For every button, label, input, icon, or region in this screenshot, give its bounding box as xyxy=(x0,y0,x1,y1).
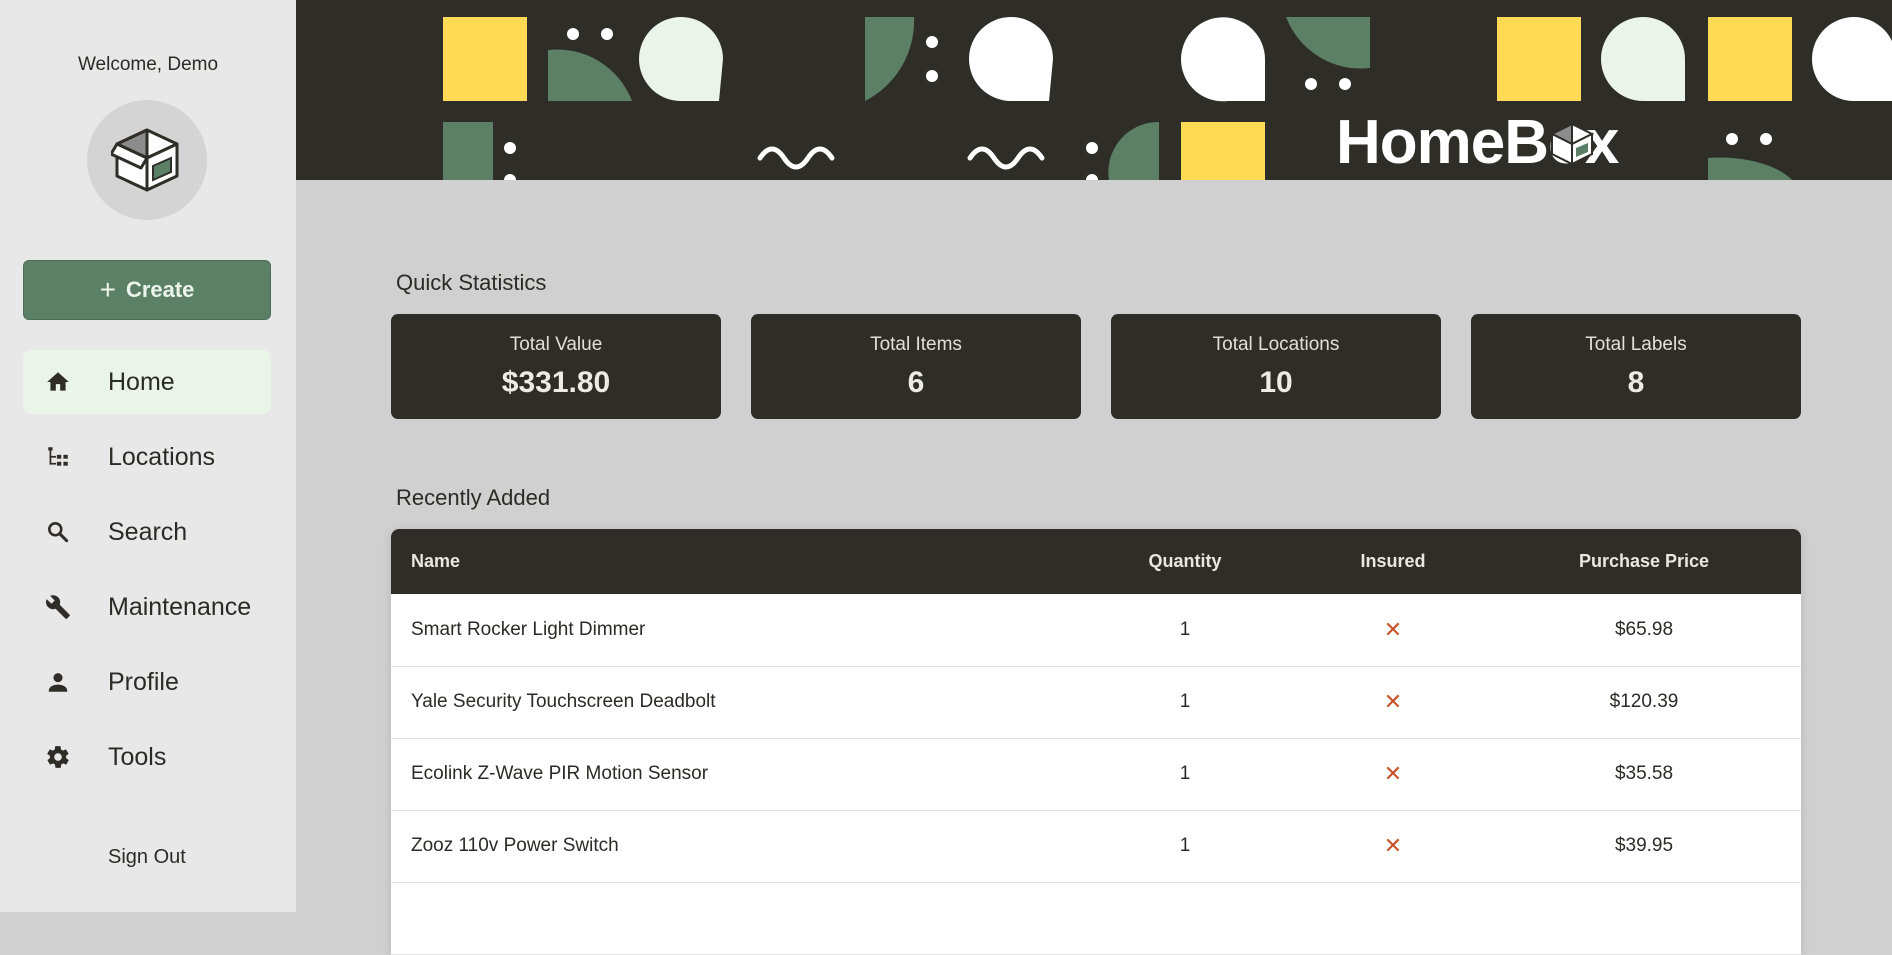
wrench-icon xyxy=(43,592,73,622)
brand-box-icon xyxy=(1549,122,1595,166)
stat-label: Total Labels xyxy=(1585,334,1687,355)
sidebar-item-label: Profile xyxy=(108,667,179,696)
not-insured-icon: ✕ xyxy=(1299,738,1487,810)
close-icon: ✕ xyxy=(1383,689,1403,714)
stat-value: 10 xyxy=(1259,366,1293,399)
column-header-purchase-price[interactable]: Purchase Price xyxy=(1487,529,1801,594)
sidebar-item-label: Home xyxy=(108,367,175,396)
item-price: $39.95 xyxy=(1614,835,1674,856)
table-row-partial[interactable] xyxy=(391,882,1801,954)
plus-icon: + xyxy=(99,274,116,305)
stat-value: 6 xyxy=(907,366,925,399)
item-price: $65.98 xyxy=(1614,618,1674,640)
close-icon: ✕ xyxy=(1383,616,1403,642)
table-row[interactable]: Smart Rocker Light Dimmer 1 ✕ $65.98 xyxy=(391,594,1801,666)
item-name: Ecolink Z-Wave PIR Motion Sensor xyxy=(411,763,709,784)
search-icon xyxy=(43,517,73,547)
gear-icon xyxy=(43,742,73,772)
sidebar-item-tools[interactable]: Tools xyxy=(23,725,271,789)
recently-added-title: Recently Added xyxy=(396,485,551,510)
item-quantity: 1 xyxy=(1179,691,1191,712)
item-name: Zooz 110v Power Switch xyxy=(411,835,619,856)
item-quantity: 1 xyxy=(1179,763,1191,784)
column-header-name[interactable]: Name xyxy=(391,529,1071,594)
column-header-insured[interactable]: Insured xyxy=(1299,529,1487,594)
create-button-label: Create xyxy=(125,277,195,302)
not-insured-icon: ✕ xyxy=(1299,666,1487,738)
sidebar-item-label: Tools xyxy=(108,742,167,771)
sidebar-nav: Home Locations Search Maintenance Profil… xyxy=(23,350,271,800)
header-banner: HomeBox xyxy=(296,0,1892,180)
stat-card-total-locations: Total Locations 10 xyxy=(1111,314,1441,419)
sidebar-item-label: Search xyxy=(108,517,188,546)
avatar[interactable] xyxy=(87,100,207,220)
item-quantity: 1 xyxy=(1179,618,1191,640)
stat-value: 8 xyxy=(1627,366,1645,399)
person-icon xyxy=(43,667,73,697)
close-icon: ✕ xyxy=(1383,761,1403,786)
sidebar-item-label: Locations xyxy=(108,442,216,471)
column-header-quantity[interactable]: Quantity xyxy=(1071,529,1299,594)
stat-card-total-items: Total Items 6 xyxy=(751,314,1081,419)
item-name: Yale Security Touchscreen Deadbolt xyxy=(411,691,716,712)
quick-statistics-title: Quick Statistics xyxy=(396,270,547,295)
stat-card-total-labels: Total Labels 8 xyxy=(1471,314,1801,419)
not-insured-icon: ✕ xyxy=(1299,594,1487,666)
recently-added-table: Name Quantity Insured Purchase Price Sma… xyxy=(391,529,1801,955)
sidebar: Welcome, Demo + Create Home Locations Se… xyxy=(0,0,296,912)
table-row[interactable]: Zooz 110v Power Switch 1 ✕ $39.95 xyxy=(391,810,1801,882)
not-insured-icon: ✕ xyxy=(1299,810,1487,882)
stat-card-total-value: Total Value $331.80 xyxy=(391,314,721,419)
item-name: Smart Rocker Light Dimmer xyxy=(411,618,646,640)
stat-label: Total Value xyxy=(509,334,603,355)
stat-label: Total Locations xyxy=(1212,334,1340,355)
item-quantity: 1 xyxy=(1179,835,1191,856)
sidebar-item-search[interactable]: Search xyxy=(23,500,271,564)
create-button[interactable]: + Create xyxy=(23,260,271,320)
stats-row: Total Value $331.80 Total Items 6 Total … xyxy=(391,314,1801,419)
sidebar-item-locations[interactable]: Locations xyxy=(23,425,271,489)
welcome-text: Welcome, Demo xyxy=(77,54,219,75)
table-row[interactable]: Yale Security Touchscreen Deadbolt 1 ✕ $… xyxy=(391,666,1801,738)
sidebar-item-maintenance[interactable]: Maintenance xyxy=(23,575,271,639)
sign-out-link[interactable]: Sign Out xyxy=(108,846,186,869)
home-icon xyxy=(43,367,73,397)
box-logo-icon xyxy=(111,128,179,192)
sidebar-item-home[interactable]: Home xyxy=(23,350,271,414)
stat-label: Total Items xyxy=(870,334,962,355)
sidebar-item-label: Maintenance xyxy=(108,592,252,621)
table-row[interactable]: Ecolink Z-Wave PIR Motion Sensor 1 ✕ $35… xyxy=(391,738,1801,810)
item-price: $120.39 xyxy=(1609,691,1679,712)
item-price: $35.58 xyxy=(1614,763,1674,784)
sidebar-item-profile[interactable]: Profile xyxy=(23,650,271,714)
decorative-pattern xyxy=(443,17,1892,180)
close-icon: ✕ xyxy=(1383,833,1403,858)
table-header-row: Name Quantity Insured Purchase Price xyxy=(391,529,1801,594)
tree-icon xyxy=(43,442,73,472)
stat-value: $331.80 xyxy=(501,366,611,399)
